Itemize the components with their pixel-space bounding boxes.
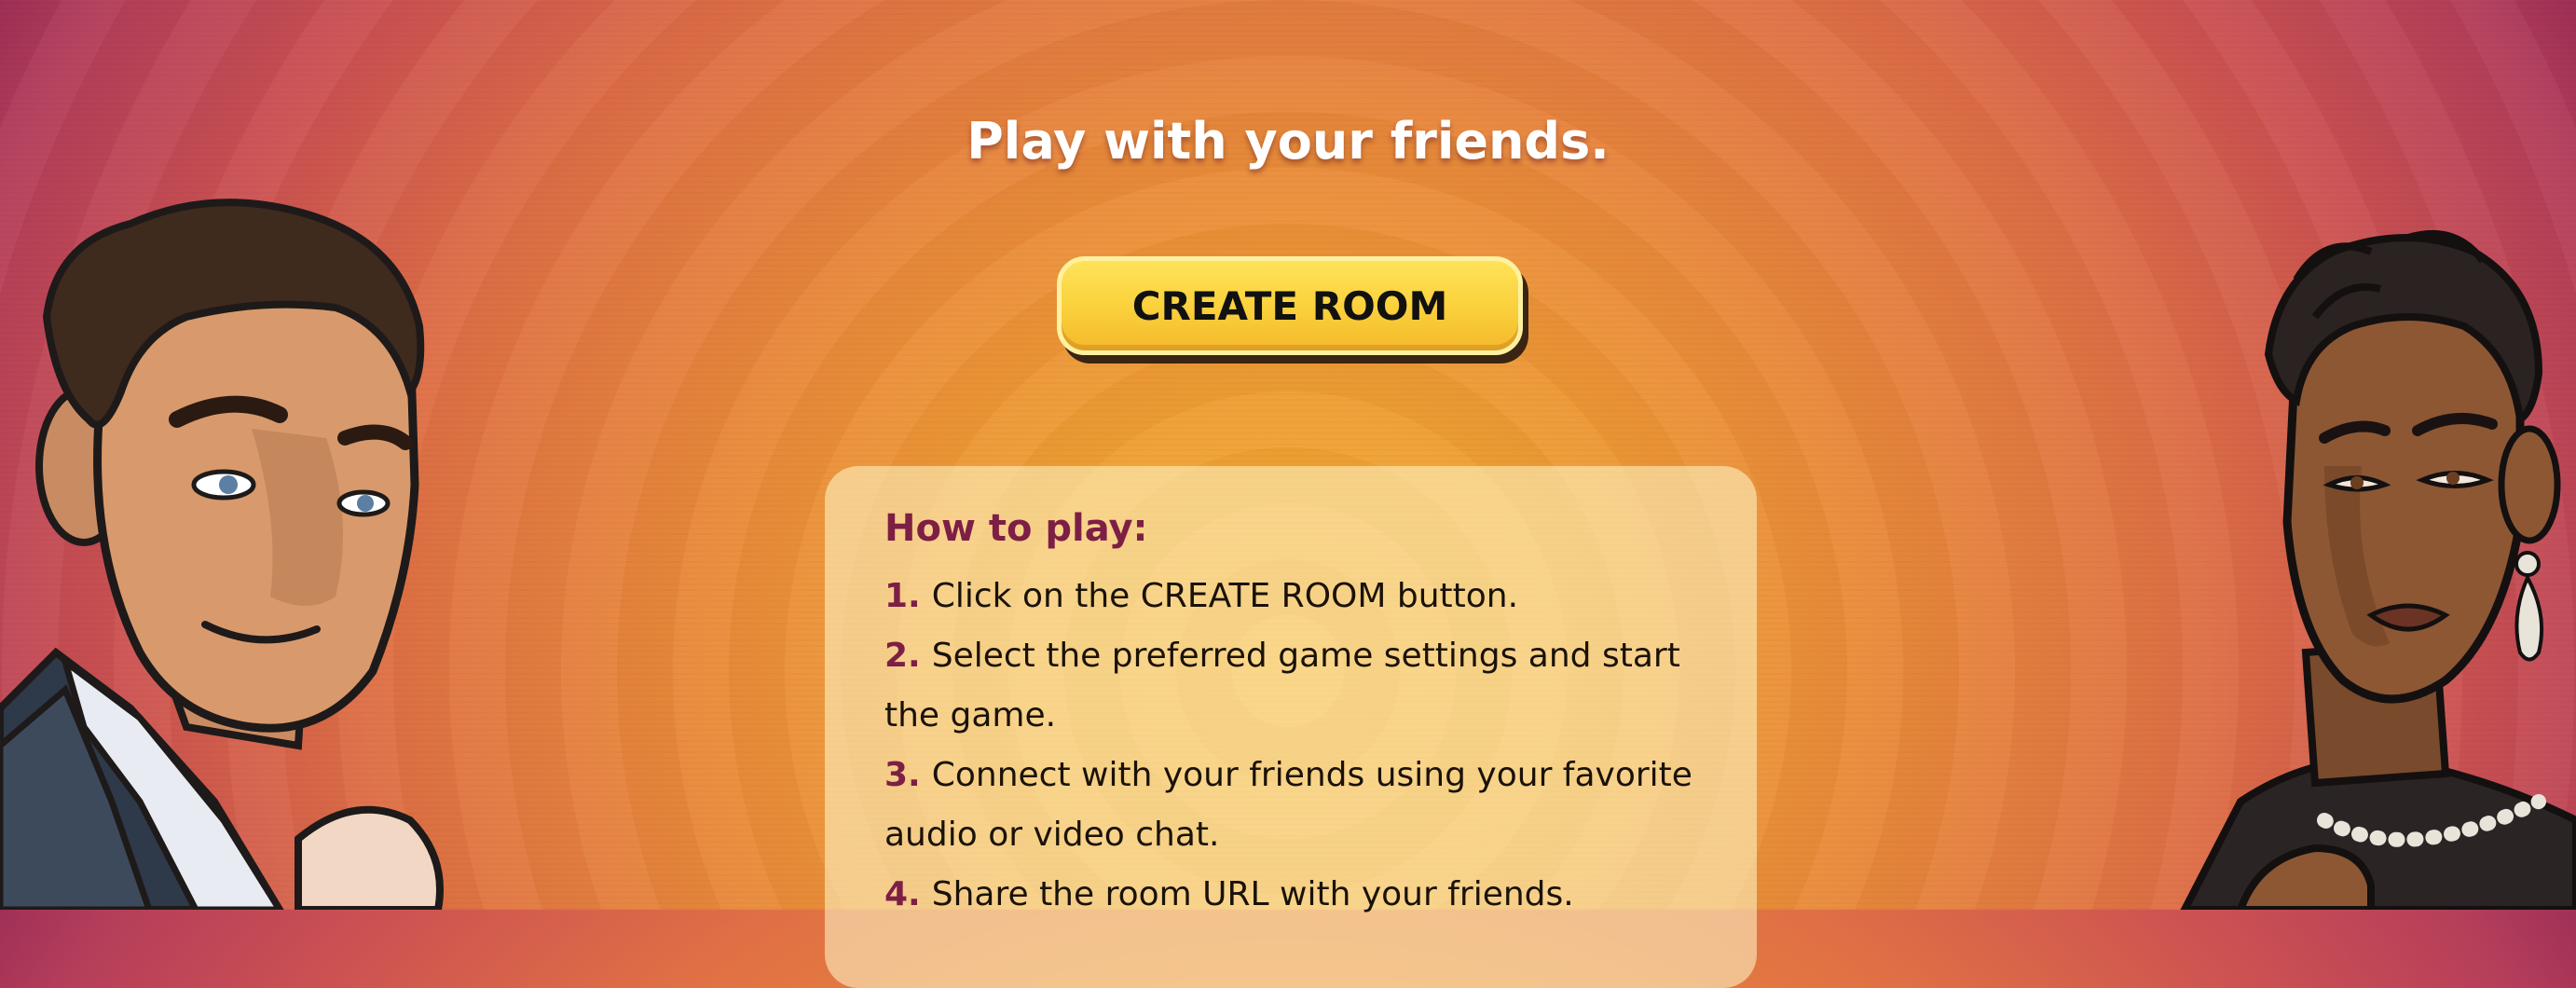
step-number: 3. <box>884 756 921 794</box>
create-room-button[interactable]: CREATE ROOM <box>1057 256 1523 355</box>
step-number: 2. <box>884 637 921 675</box>
how-to-play-steps: 1. Click on the CREATE ROOM button. 2. Sel… <box>884 567 1697 925</box>
step-text: Click on the CREATE ROOM button. <box>931 577 1519 615</box>
step-text: Connect with your friends using your fav… <box>884 756 1692 854</box>
step-text: Share the room URL with your friends. <box>931 875 1574 913</box>
how-to-step: 3. Connect with your friends using your f… <box>884 746 1697 865</box>
step-text: Select the preferred game settings and s… <box>884 637 1680 734</box>
how-to-step: 1. Click on the CREATE ROOM button. <box>884 567 1697 626</box>
step-number: 4. <box>884 875 921 913</box>
how-to-step: 2. Select the preferred game settings and… <box>884 626 1697 746</box>
how-to-play-title: How to play: <box>884 507 1148 550</box>
step-number: 1. <box>884 577 921 615</box>
how-to-play-panel: How to play: 1. Click on the CREATE ROOM … <box>825 466 1757 988</box>
page-headline: Play with your friends. <box>966 112 1610 171</box>
how-to-step: 4. Share the room URL with your friends. <box>884 865 1697 925</box>
